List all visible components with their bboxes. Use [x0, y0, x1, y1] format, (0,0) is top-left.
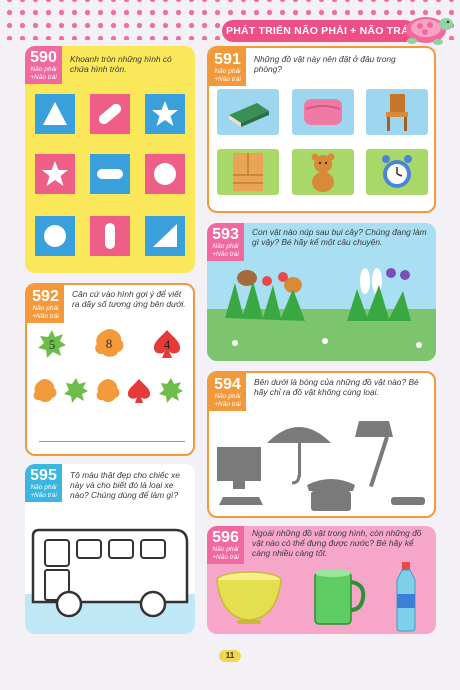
tile-star-on-blue[interactable] [145, 94, 185, 134]
mug-picture[interactable] [311, 566, 367, 628]
exercise-badge: 596 Não phải +Não trái [207, 526, 244, 564]
book-picture[interactable] [217, 89, 279, 135]
exercise-badge: 593 Não phải +Não trái [207, 223, 244, 261]
exercise-596-panel: 596 Não phải +Não trái Ngoài những đồ vậ… [207, 526, 436, 634]
exercise-number: 595 [30, 467, 57, 484]
water-bottle-picture[interactable] [393, 562, 419, 632]
telephone-silhouette[interactable] [307, 479, 355, 511]
exercise-prompt: Con vật nào núp sau bụi cây? Chúng đang … [252, 227, 427, 247]
page-title: PHÁT TRIỂN NÃO PHẢI + NÃO TRÁI [226, 25, 412, 37]
computer-silhouette[interactable] [217, 447, 263, 505]
teddy-bear-picture[interactable] [292, 149, 354, 195]
page-number: 11 [219, 650, 241, 662]
exercise-prompt: Khoanh tròn những hình có chứa hình tròn… [70, 54, 172, 74]
exercise-tag: Não phải [30, 484, 57, 491]
exercise-tag: Não phải [32, 305, 59, 312]
tile-vertical-capsule-on-pink[interactable] [90, 216, 130, 256]
exercise-number: 592 [32, 288, 59, 305]
shape-sequence-row [33, 378, 183, 403]
exercise-badge: 590 Não phải +Não trái [25, 46, 62, 84]
turtle-icon [406, 17, 453, 45]
exercise-tag: Não phải [212, 546, 239, 553]
exercise-595-panel: 595 Não phải +Não trái Tô màu thật đẹp c… [25, 464, 195, 634]
exercise-badge: 595 Não phải +Não trái [25, 464, 62, 502]
exercise-tag: +Não trái [214, 76, 241, 83]
exercise-tag: Não phải [214, 393, 241, 400]
tile-capsule-on-blue[interactable] [90, 154, 130, 194]
exercise-tag: +Não trái [212, 554, 239, 561]
lamp-silhouette[interactable] [355, 421, 425, 505]
exercise-prompt: Những đồ vật này nên đặt ở đâu trong phò… [254, 54, 396, 74]
exercise-tag: +Não trái [30, 492, 57, 499]
exercise-tag: +Não trái [32, 313, 59, 320]
tile-circle-on-blue[interactable] [35, 216, 75, 256]
exercise-590-panel: 590 Não phải +Não trái Khoanh tròn những… [25, 46, 195, 273]
exercise-tag: Não phải [214, 68, 241, 75]
exercise-number: 590 [30, 49, 57, 66]
exercise-prompt: Bên dưới là bóng của những đồ vật nào? B… [254, 377, 419, 397]
exercise-badge: 591 Não phải +Não trái [209, 48, 246, 86]
blanket-picture[interactable] [292, 89, 354, 135]
hint-digit: 4 [163, 337, 171, 352]
exercise-tag: +Não trái [212, 251, 239, 258]
exercise-prompt: Tô màu thật đẹp cho chiếc xe này và cho … [70, 470, 180, 500]
tile-capsule-on-pink[interactable] [90, 94, 130, 134]
umbrella-silhouette[interactable] [267, 427, 331, 485]
answer-line[interactable] [39, 441, 185, 442]
wardrobe-picture[interactable] [217, 149, 279, 195]
exercise-593-panel: 593 Não phải +Não trái Con vật nào núp s… [207, 223, 436, 361]
bowl-picture[interactable] [213, 566, 285, 628]
exercise-tag: Não phải [30, 66, 57, 73]
tile-star-on-pink[interactable] [35, 154, 75, 194]
exercise-tag: +Não trái [30, 74, 57, 81]
exercise-prompt: Ngoài những đồ vật trong hình, còn những… [252, 528, 422, 558]
tile-circle-on-pink[interactable] [145, 154, 185, 194]
chair-picture[interactable] [366, 89, 428, 135]
hint-digit: 5 [48, 337, 56, 352]
tile-triangle-on-blue[interactable] [35, 94, 75, 134]
exercise-592-panel: 592 Não phải +Não trái Căn cứ vào hình g… [25, 283, 195, 456]
hint-digit: 8 [105, 336, 113, 351]
exercise-number: 591 [214, 51, 241, 68]
alarm-clock-picture[interactable] [366, 149, 428, 195]
exercise-594-panel: 594 Não phải +Não trái Bên dưới là bóng … [207, 371, 436, 518]
exercise-number: 596 [212, 529, 239, 546]
page-header: PHÁT TRIỂN NÃO PHẢI + NÃO TRÁI [222, 20, 416, 42]
exercise-badge: 592 Não phải +Não trái [27, 285, 64, 323]
exercise-tag: Não phải [212, 243, 239, 250]
exercise-591-panel: 591 Não phải +Não trái Những đồ vật này … [207, 46, 436, 213]
tile-triangle-on-blue[interactable] [145, 216, 185, 256]
exercise-badge: 594 Não phải +Não trái [209, 373, 246, 411]
bus-outline[interactable] [25, 524, 195, 634]
exercise-prompt: Căn cứ vào hình gợi ý để viết ra dãy số … [72, 289, 186, 309]
exercise-number: 594 [214, 376, 241, 393]
silhouettes-group [217, 421, 425, 511]
exercise-tag: +Não trái [214, 401, 241, 408]
exercise-number: 593 [212, 226, 239, 243]
